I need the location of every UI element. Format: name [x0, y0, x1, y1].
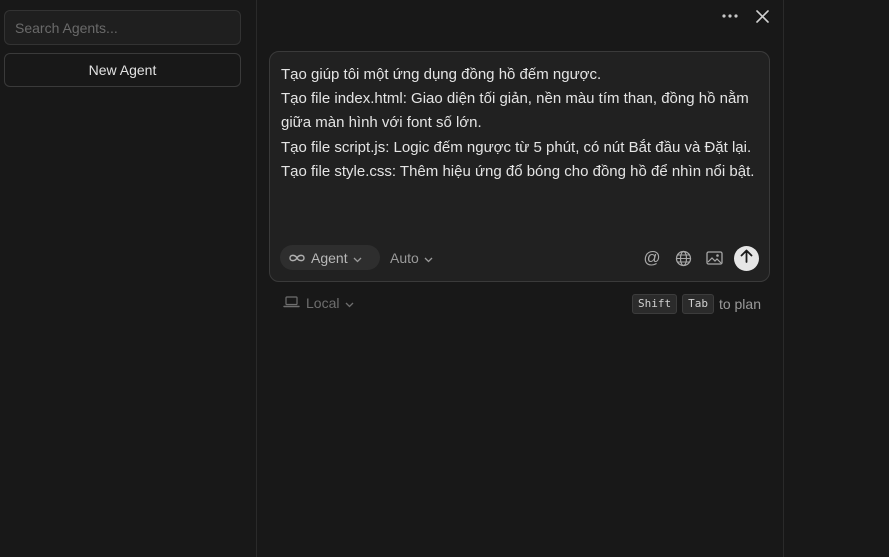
composer-actions: @: [641, 245, 759, 271]
new-agent-button[interactable]: New Agent: [4, 53, 241, 87]
agent-mode-selector[interactable]: Agent: [280, 245, 380, 270]
send-button[interactable]: [734, 245, 759, 271]
composer-toolbar: Agent Auto @: [280, 245, 759, 271]
model-selector[interactable]: Auto: [390, 245, 433, 270]
infinity-icon: [288, 250, 306, 266]
ellipsis-icon[interactable]: [719, 5, 741, 27]
agent-mode-label: Agent: [311, 249, 348, 266]
model-label: Auto: [390, 249, 419, 266]
arrow-up-icon: [740, 249, 753, 268]
globe-icon[interactable]: [672, 247, 694, 269]
environment-label: Local: [306, 295, 340, 311]
tab-key: Tab: [682, 294, 714, 314]
at-mention-icon[interactable]: @: [641, 247, 663, 269]
plan-shortcut-hint: Shift Tab to plan: [631, 294, 761, 314]
laptop-icon: [283, 295, 300, 311]
environment-selector[interactable]: Local: [283, 295, 354, 311]
prompt-composer[interactable]: Tạo giúp tôi một ứng dụng đồng hồ đếm ng…: [269, 51, 770, 282]
right-empty-panel: [783, 0, 889, 557]
agent-main-panel: Tạo giúp tôi một ứng dụng đồng hồ đếm ng…: [258, 0, 783, 557]
app-window: New Agent Tạo giúp tôi một ứng dụng đồng…: [0, 0, 889, 557]
search-agents-input[interactable]: [4, 10, 241, 45]
agents-sidebar: New Agent: [0, 0, 257, 557]
top-actions: [719, 5, 773, 27]
shift-key: Shift: [631, 294, 678, 314]
chevron-down-icon: [353, 250, 362, 266]
shortcut-suffix: to plan: [718, 296, 761, 312]
close-icon[interactable]: [751, 5, 773, 27]
prompt-text[interactable]: Tạo giúp tôi một ứng dụng đồng hồ đếm ng…: [281, 63, 763, 184]
chevron-down-icon: [345, 295, 354, 311]
chevron-down-icon: [424, 250, 433, 266]
composer-footer: Local Shift Tab to plan: [269, 293, 770, 317]
image-icon[interactable]: [703, 247, 725, 269]
